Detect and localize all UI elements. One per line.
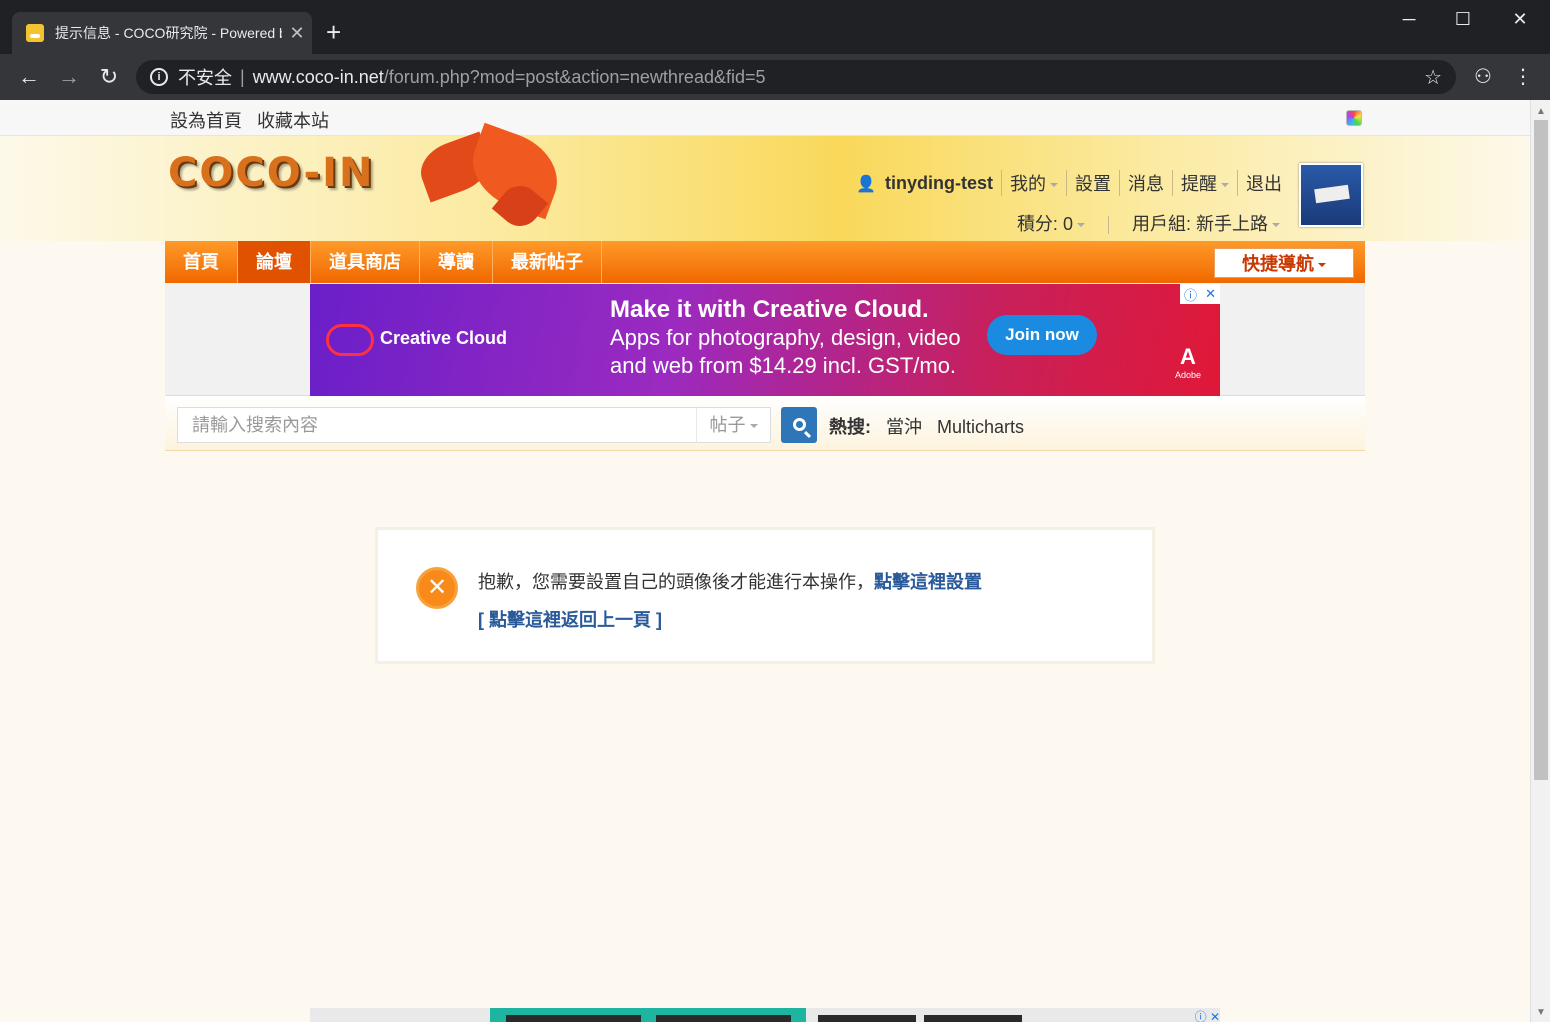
close-window-button[interactable]: ✕ bbox=[1497, 6, 1543, 32]
search-input[interactable]: 請輸入搜索內容 bbox=[177, 407, 697, 443]
address-bar[interactable]: i 不安全 | www.coco-in.net /forum.php?mod=p… bbox=[136, 60, 1456, 94]
browser-menu-icon[interactable]: ⋮ bbox=[1510, 64, 1536, 89]
quick-nav-button[interactable]: 快捷導航 bbox=[1214, 248, 1354, 278]
set-home-link[interactable]: 設為首頁 bbox=[170, 111, 242, 131]
site-header: COCO-IN 👤 tinyding-test 我的 設置 消息 提醒 退出 積… bbox=[0, 122, 1530, 241]
minimize-button[interactable]: ─ bbox=[1386, 6, 1432, 32]
nav-item-home[interactable]: 首頁 bbox=[165, 241, 238, 283]
tab-close-icon[interactable]: ✕ bbox=[282, 23, 312, 44]
user-stats: 積分: 0 用戶組: 新手上路 bbox=[1017, 210, 1280, 236]
messages-link[interactable]: 消息 bbox=[1119, 170, 1172, 196]
user-icon: 👤 bbox=[856, 175, 876, 193]
security-label: 不安全 bbox=[178, 68, 232, 88]
creative-cloud-icon bbox=[326, 324, 374, 356]
reload-button[interactable]: ↻ bbox=[94, 62, 124, 92]
usergroup-menu[interactable]: 用戶組: 新手上路 bbox=[1132, 214, 1280, 234]
browser-toolbar: ← → ↻ i 不安全 | www.coco-in.net /forum.php… bbox=[0, 54, 1550, 100]
incognito-icon[interactable]: ⚇ bbox=[1470, 64, 1496, 89]
search-type-select[interactable]: 帖子 bbox=[696, 407, 771, 443]
star-icon[interactable]: ☆ bbox=[1424, 65, 1442, 90]
reminders-menu[interactable]: 提醒 bbox=[1172, 170, 1237, 196]
url-separator: | bbox=[240, 66, 245, 87]
set-avatar-link[interactable]: 點擊這裡設置 bbox=[874, 572, 982, 592]
scroll-down-icon[interactable]: ▼ bbox=[1536, 1007, 1546, 1018]
ad-choices-icon[interactable]: ⓘ ✕ bbox=[1195, 1008, 1220, 1022]
favicon-icon bbox=[26, 24, 44, 42]
credits-menu[interactable]: 積分: 0 bbox=[1017, 214, 1085, 234]
nav-item-guide[interactable]: 導讀 bbox=[420, 241, 493, 283]
nav-item-latest[interactable]: 最新帖子 bbox=[493, 241, 602, 283]
ad-join-button[interactable]: Join now bbox=[987, 315, 1097, 355]
info-icon[interactable]: i bbox=[150, 68, 168, 86]
error-message: 抱歉，您需要設置自己的頭像後才能進行本操作，點擊這裡設置 bbox=[478, 572, 982, 592]
hot-search-term[interactable]: Multicharts bbox=[937, 417, 1024, 437]
page-scrollbar[interactable]: ▲ ▼ bbox=[1530, 100, 1550, 1022]
ad-choices[interactable]: ⓘ ✕ bbox=[1180, 284, 1220, 304]
tab-title: 提示信息 - COCO研究院 - Powered by Discuz! bbox=[55, 25, 282, 41]
search-icon bbox=[792, 418, 806, 431]
search-button[interactable] bbox=[781, 407, 817, 443]
browser-tab[interactable]: 提示信息 - COCO研究院 - Powered by Discuz! ✕ bbox=[12, 12, 312, 54]
username-link[interactable]: tinyding-test bbox=[885, 173, 993, 193]
new-tab-button[interactable]: + bbox=[326, 17, 341, 47]
user-menu: 👤 tinyding-test 我的 設置 消息 提醒 退出 bbox=[848, 170, 1290, 196]
maximize-button[interactable]: ☐ bbox=[1440, 6, 1486, 32]
my-menu[interactable]: 我的 bbox=[1001, 170, 1066, 196]
url-host: www.coco-in.net bbox=[252, 66, 384, 87]
back-button[interactable]: ← bbox=[14, 62, 44, 92]
hot-search: 熱搜: 當沖 Multicharts bbox=[829, 413, 1034, 439]
bottom-ad-banner[interactable]: ⓘ ✕ bbox=[310, 1008, 1220, 1022]
forward-button[interactable]: → bbox=[54, 62, 84, 92]
nav-item-shop[interactable]: 道具商店 bbox=[311, 241, 420, 283]
ad-banner[interactable]: Creative Cloud Make it with Creative Clo… bbox=[310, 284, 1220, 396]
scrollbar-thumb[interactable] bbox=[1534, 120, 1548, 780]
go-back-link[interactable]: [ 點擊這裡返回上一頁 ] bbox=[478, 606, 662, 632]
ad-info-icon[interactable]: ⓘ bbox=[1184, 285, 1197, 304]
hot-search-label: 熱搜: bbox=[829, 417, 871, 437]
bookmark-site-link[interactable]: 收藏本站 bbox=[257, 111, 329, 131]
avatar[interactable] bbox=[1299, 163, 1363, 227]
ad-banner-container: Creative Cloud Make it with Creative Clo… bbox=[165, 283, 1365, 396]
search-bar: 請輸入搜索內容 帖子 熱搜: 當沖 Multicharts bbox=[165, 396, 1365, 451]
error-icon: ✕ bbox=[416, 567, 458, 609]
site-topbar: 設為首頁 收藏本站 bbox=[0, 100, 1530, 136]
hot-search-term[interactable]: 當沖 bbox=[886, 417, 922, 437]
ad-headline: Make it with Creative Cloud. bbox=[610, 296, 929, 323]
browser-chrome: 提示信息 - COCO研究院 - Powered by Discuz! ✕ + … bbox=[0, 0, 1550, 100]
nav-item-forum[interactable]: 論壇 bbox=[238, 241, 311, 283]
settings-link[interactable]: 設置 bbox=[1066, 170, 1119, 196]
ad-brand: Creative Cloud bbox=[380, 328, 508, 348]
logout-link[interactable]: 退出 bbox=[1237, 170, 1290, 196]
scroll-up-icon[interactable]: ▲ bbox=[1536, 106, 1546, 117]
site-logo[interactable]: COCO-IN bbox=[168, 150, 374, 196]
adobe-logo: A Adobe bbox=[1174, 344, 1202, 380]
url-path: /forum.php?mod=post&action=newthread&fid… bbox=[383, 66, 766, 87]
ad-close-icon[interactable]: ✕ bbox=[1205, 286, 1216, 302]
style-switch-icon[interactable] bbox=[1346, 110, 1362, 126]
ad-subtext: Apps for photography, design, video and … bbox=[610, 325, 961, 378]
error-message-box: ✕ 抱歉，您需要設置自己的頭像後才能進行本操作，點擊這裡設置 [ 點擊這裡返回上… bbox=[375, 527, 1155, 664]
main-nav: 首頁 論壇 道具商店 導讀 最新帖子 bbox=[165, 241, 1365, 283]
